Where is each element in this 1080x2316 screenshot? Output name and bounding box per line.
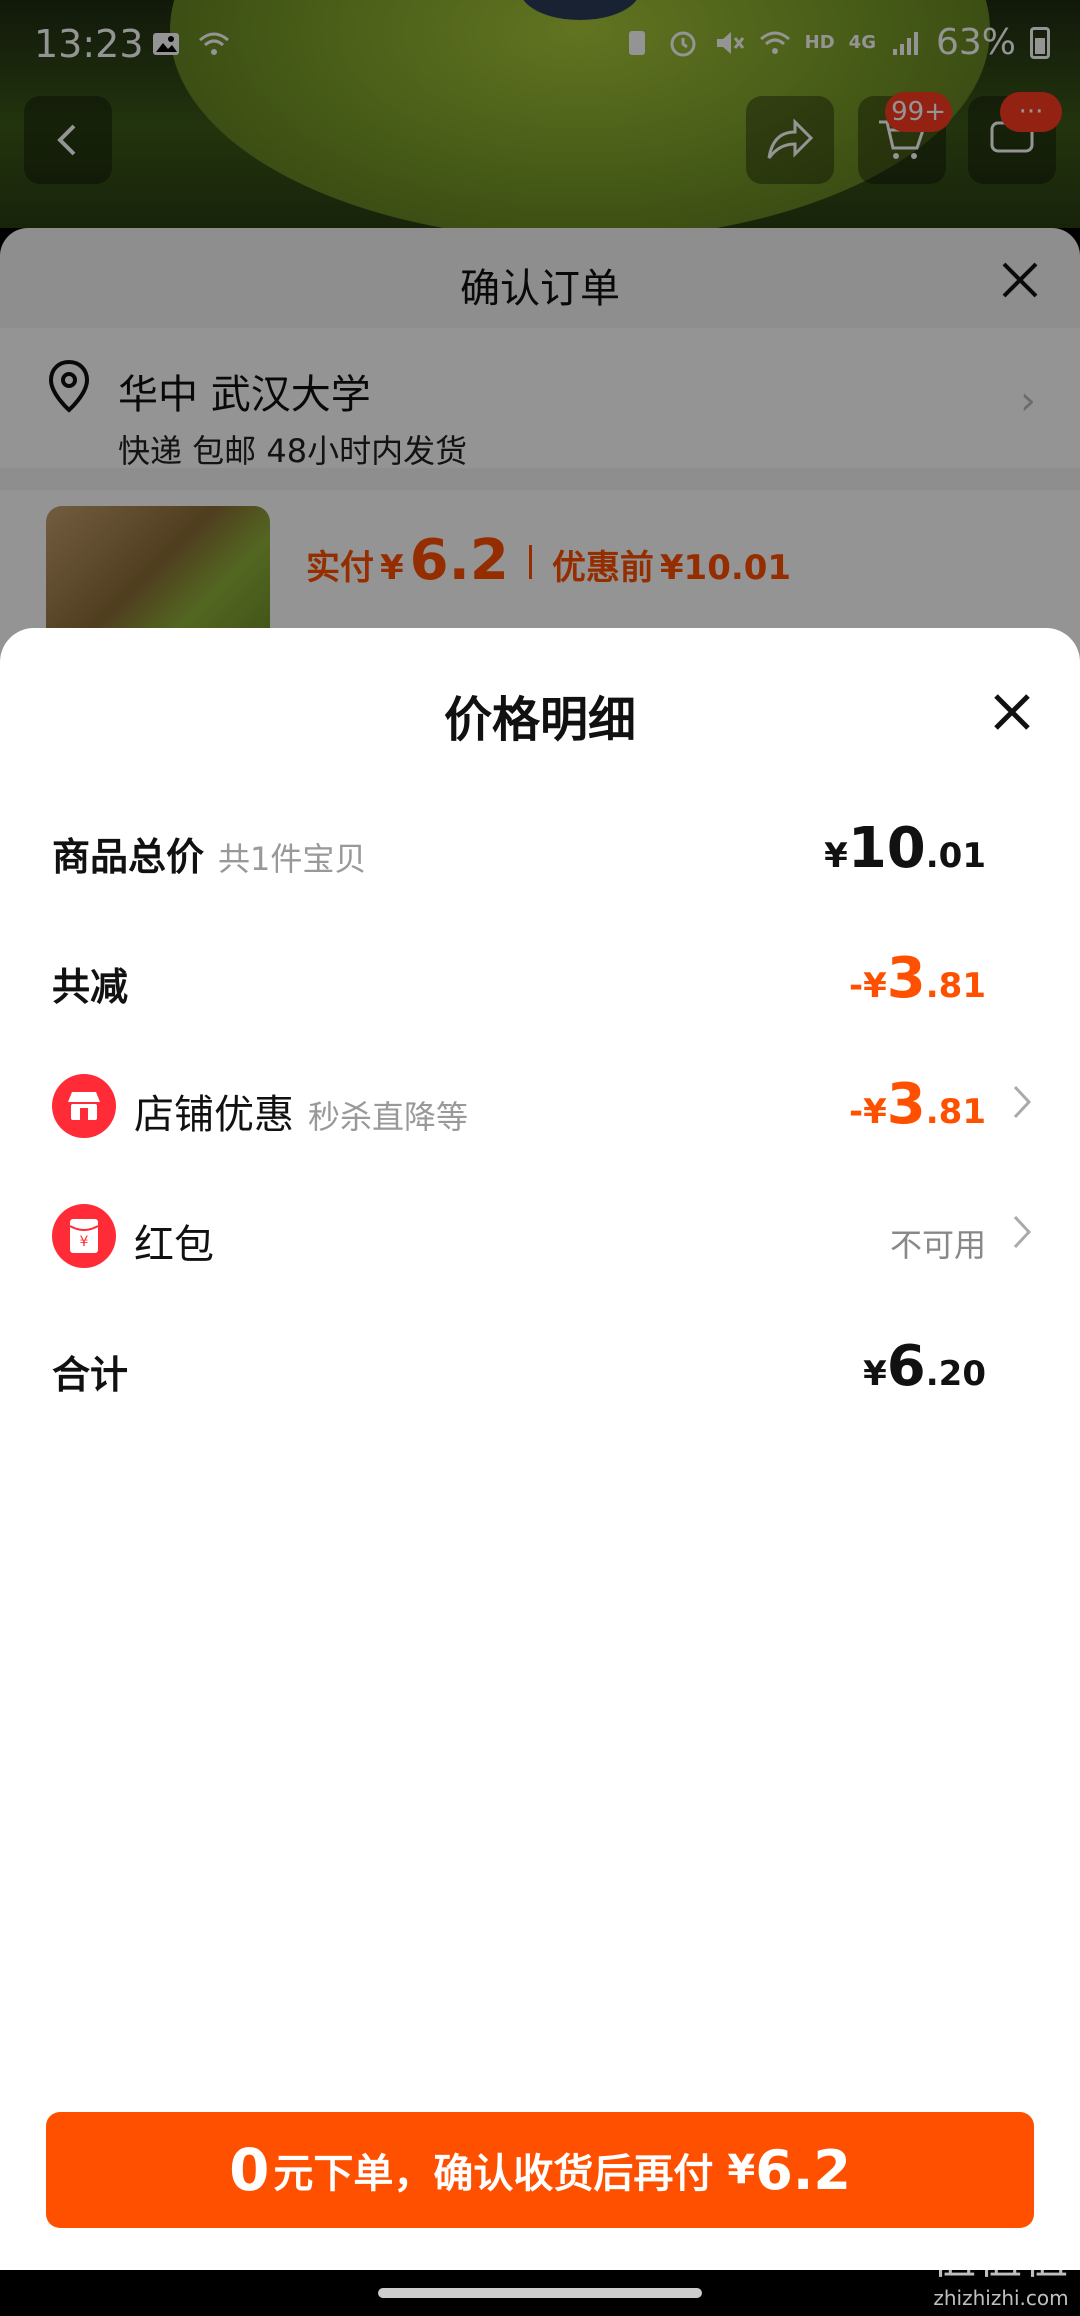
- shop-discount-amount: -¥ 3 .81: [849, 1072, 986, 1137]
- amount-int: 6: [886, 1334, 926, 1399]
- item-count: 共1件宝贝: [218, 840, 367, 878]
- currency: ¥: [863, 1354, 887, 1394]
- close-icon[interactable]: [990, 690, 1034, 734]
- discount-label: 共减: [52, 965, 129, 1009]
- price-detail-title: 价格明细: [443, 692, 636, 748]
- red-packet-status: 不可用: [889, 1226, 986, 1264]
- cta-text: 元下单，确认收货后再付: [273, 2151, 714, 2197]
- currency: -¥: [849, 966, 887, 1006]
- shop-icon: [52, 1074, 116, 1138]
- sum-amount: ¥ 6 .20: [863, 1334, 986, 1399]
- amount-dec: .81: [925, 966, 986, 1006]
- discount-row: 共减 -¥ 3 .81: [0, 936, 1080, 1026]
- discount-amount: -¥ 3 .81: [849, 946, 986, 1011]
- red-packet-row[interactable]: ¥ 红包 不可用: [0, 1192, 1080, 1282]
- currency: -¥: [849, 1092, 887, 1132]
- shop-discount-row[interactable]: 店铺优惠 秒杀直降等 -¥ 3 .81: [0, 1062, 1080, 1152]
- shop-discount-sub: 秒杀直降等: [308, 1098, 469, 1136]
- red-packet-label: 红包: [134, 1222, 214, 1268]
- sum-row: 合计 ¥ 6 .20: [0, 1324, 1080, 1414]
- amount-dec: .81: [925, 1092, 986, 1132]
- watermark-domain: zhizhizhi.com: [933, 2286, 1069, 2310]
- amount-int: 10: [847, 816, 926, 881]
- svg-text:¥: ¥: [80, 1234, 89, 1250]
- total-label: 商品总价 共1件宝贝: [52, 826, 366, 881]
- total-amount: ¥ 10 .01: [824, 816, 986, 881]
- price-detail-sheet: 价格明细 商品总价 共1件宝贝 ¥ 10 .01 共减 -¥ 3 .81 店铺优惠…: [0, 628, 1080, 2270]
- amount-int: 3: [886, 1072, 926, 1137]
- total-row: 商品总价 共1件宝贝 ¥ 10 .01: [0, 806, 1080, 896]
- watermark-logo: 值值值: [932, 2233, 1070, 2284]
- currency: ¥: [824, 836, 848, 876]
- amount-dec: .01: [925, 836, 986, 876]
- chevron-right-icon: [1013, 1085, 1032, 1119]
- cta-currency: ¥: [727, 2147, 756, 2193]
- shop-discount-text: 店铺优惠: [134, 1092, 294, 1138]
- shop-discount-label: 店铺优惠 秒杀直降等: [134, 1082, 468, 1140]
- total-label-text: 商品总价: [52, 835, 205, 879]
- amount-dec: .20: [925, 1354, 986, 1394]
- cta-price: 6.2: [755, 2138, 851, 2202]
- watermark: 值值值 zhizhizhi.com: [932, 2222, 1070, 2310]
- cta-zero: 0: [229, 2136, 270, 2204]
- amount-int: 3: [886, 946, 926, 1011]
- red-packet-icon: ¥: [52, 1204, 116, 1268]
- place-order-button[interactable]: 0 元下单，确认收货后再付 ¥ 6.2: [46, 2112, 1034, 2228]
- home-indicator[interactable]: [378, 2288, 702, 2298]
- sum-label: 合计: [52, 1353, 129, 1397]
- chevron-right-icon: [1013, 1215, 1032, 1249]
